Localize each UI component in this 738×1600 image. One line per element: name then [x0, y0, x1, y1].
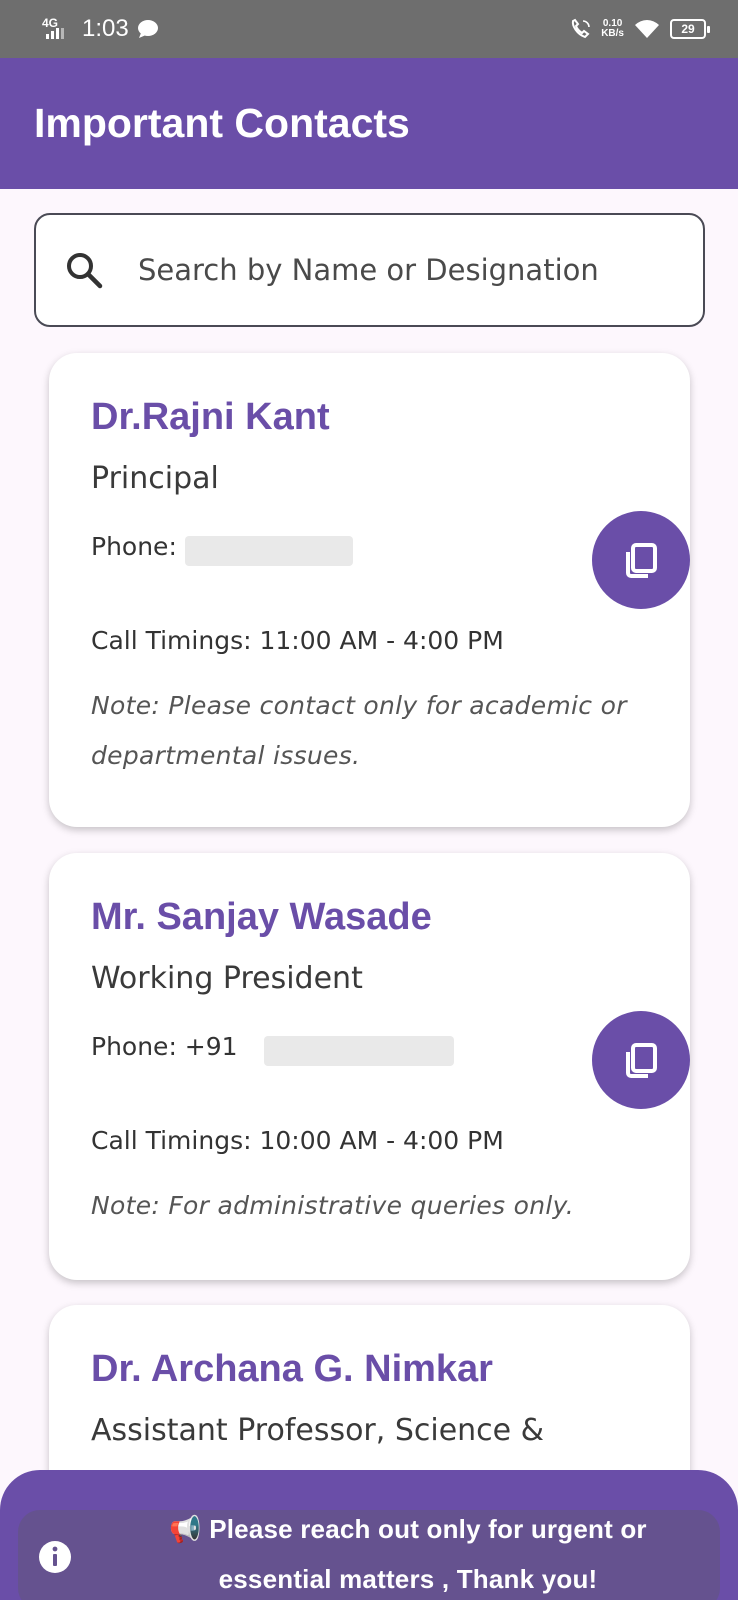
copy-icon	[626, 543, 657, 578]
app-bar: Important Contacts	[0, 58, 738, 189]
contact-phone-label: Phone:	[91, 532, 177, 561]
network-indicator: 4G	[42, 17, 74, 41]
search-input[interactable]	[138, 253, 678, 287]
message-icon	[137, 20, 158, 38]
page-title: Important Contacts	[34, 100, 410, 146]
speed-unit: KB/s	[601, 28, 624, 39]
phone-row: Phone: +91	[91, 1027, 649, 1067]
contact-card: Mr. Sanjay Wasade Working President Phon…	[49, 853, 690, 1280]
contact-card: Dr.Rajni Kant Principal Phone: Call Timi…	[49, 353, 690, 827]
copy-phone-button[interactable]	[592, 511, 690, 609]
contact-designation: Principal	[91, 461, 219, 496]
battery-level: 29	[681, 22, 695, 36]
notice-banner: 📢 Please reach out only for urgent or es…	[0, 1470, 738, 1600]
redacted-phone	[264, 1035, 455, 1066]
contact-timings: Call Timings: 10:00 AM - 4:00 PM	[91, 1126, 504, 1155]
status-bar: 4G 1:03 0.10 KB/s 29	[0, 0, 738, 58]
contact-name: Mr. Sanjay Wasade	[91, 896, 432, 938]
info-icon[interactable]	[38, 1540, 72, 1574]
status-right: 0.10 KB/s 29	[569, 18, 710, 40]
contact-designation: Assistant Professor, Science &	[91, 1413, 545, 1448]
network-speed: 0.10 KB/s	[601, 19, 624, 39]
notice-panel: 📢 Please reach out only for urgent or es…	[18, 1510, 720, 1600]
contact-name: Dr. Archana G. Nimkar	[91, 1348, 493, 1390]
contact-note: Note: Please contact only for academic o…	[91, 691, 627, 770]
contact-phone-label: Phone: +91	[91, 1032, 238, 1061]
contact-note: Note: For administrative queries only.	[91, 1191, 574, 1220]
notice-text: 📢 Please reach out only for urgent or es…	[169, 1514, 647, 1594]
search-bar[interactable]	[34, 213, 705, 327]
wifi-call-icon	[572, 18, 591, 39]
phone-row: Phone:	[91, 527, 649, 567]
search-icon	[67, 253, 103, 289]
contact-designation: Working President	[91, 961, 363, 996]
copy-icon	[626, 1043, 657, 1078]
status-left: 4G 1:03	[42, 15, 159, 43]
clock: 1:03	[82, 15, 129, 42]
signal-icon	[46, 28, 64, 39]
contact-timings: Call Timings: 11:00 AM - 4:00 PM	[91, 626, 504, 655]
wifi-icon	[635, 20, 659, 38]
battery-icon: 29	[670, 19, 710, 39]
redacted-phone	[185, 535, 354, 566]
copy-phone-button[interactable]	[592, 1011, 690, 1109]
contact-name: Dr.Rajni Kant	[91, 396, 330, 438]
